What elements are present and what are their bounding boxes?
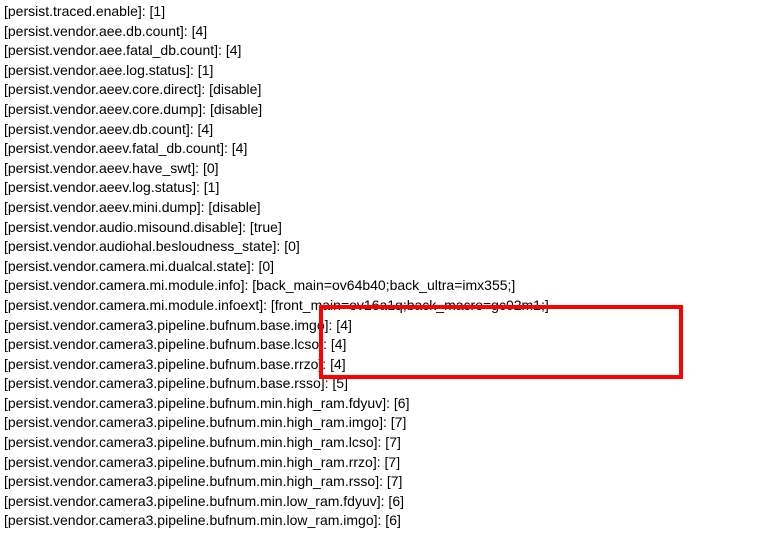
property-value: 0 <box>262 258 270 274</box>
property-line: [persist.vendor.camera.mi.dualcal.state]… <box>4 257 768 277</box>
property-line: [persist.vendor.camera3.pipeline.bufnum.… <box>4 472 768 492</box>
property-line: [persist.vendor.camera3.pipeline.bufnum.… <box>4 492 768 512</box>
property-line: [persist.vendor.camera3.pipeline.bufnum.… <box>4 453 768 473</box>
property-line: [persist.vendor.aeev.core.direct]: [disa… <box>4 80 768 100</box>
property-value: 4 <box>340 317 348 333</box>
property-value: 7 <box>388 454 396 470</box>
property-line: [persist.vendor.camera3.pipeline.bufnum.… <box>4 511 768 531</box>
property-key: persist.vendor.audio.misound.disable <box>8 219 238 235</box>
property-key: persist.vendor.aeev.mini.dump <box>8 199 197 215</box>
property-key: persist.vendor.camera3.pipeline.bufnum.b… <box>8 375 321 391</box>
property-key: persist.vendor.camera.mi.module.infoext <box>8 297 259 313</box>
property-value: 1 <box>153 3 161 19</box>
property-list: [persist.traced.enable]: [1][persist.ven… <box>4 2 768 531</box>
property-value: 4 <box>335 336 343 352</box>
property-line: [persist.vendor.camera.mi.module.infoext… <box>4 296 768 316</box>
property-value: 0 <box>207 160 215 176</box>
property-line: [persist.vendor.camera3.pipeline.bufnum.… <box>4 374 768 394</box>
property-value: 4 <box>195 23 203 39</box>
property-value: 6 <box>392 493 400 509</box>
property-line: [persist.traced.enable]: [1] <box>4 2 768 22</box>
property-key: persist.vendor.aee.db.count <box>8 23 180 39</box>
property-line: [persist.vendor.aeev.log.status]: [1] <box>4 178 768 198</box>
property-line: [persist.vendor.camera.mi.module.info]: … <box>4 276 768 296</box>
property-line: [persist.vendor.aeev.db.count]: [4] <box>4 120 768 140</box>
property-key: persist.vendor.aee.log.status <box>8 62 186 78</box>
property-key: persist.vendor.camera3.pipeline.bufnum.b… <box>8 336 319 352</box>
property-key: persist.vendor.camera3.pipeline.bufnum.m… <box>8 434 374 450</box>
property-line: [persist.vendor.aeev.mini.dump]: [disabl… <box>4 198 768 218</box>
property-key: persist.vendor.camera3.pipeline.bufnum.b… <box>8 356 319 372</box>
property-key: persist.vendor.camera3.pipeline.bufnum.m… <box>8 395 382 411</box>
property-value: back_main=ov64b40;back_ultra=imx355; <box>256 277 511 293</box>
property-key: persist.vendor.camera3.pipeline.bufnum.m… <box>8 512 374 528</box>
property-key: persist.vendor.camera3.pipeline.bufnum.m… <box>8 493 377 509</box>
property-key: persist.vendor.aeev.core.direct <box>8 81 198 97</box>
property-line: [persist.vendor.aeev.core.dump]: [disabl… <box>4 100 768 120</box>
property-key: persist.vendor.camera3.pipeline.bufnum.b… <box>8 317 325 333</box>
property-key: persist.vendor.aeev.log.status <box>8 179 192 195</box>
property-value: 0 <box>288 238 296 254</box>
property-value: disable <box>214 101 258 117</box>
property-key: persist.vendor.camera3.pipeline.bufnum.m… <box>8 454 373 470</box>
property-line: [persist.vendor.aee.log.status]: [1] <box>4 61 768 81</box>
property-line: [persist.vendor.camera3.pipeline.bufnum.… <box>4 394 768 414</box>
property-key: persist.vendor.aeev.core.dump <box>8 101 198 117</box>
property-key: persist.vendor.camera.mi.module.info <box>8 277 241 293</box>
property-value: 7 <box>391 473 399 489</box>
property-line: [persist.vendor.camera3.pipeline.bufnum.… <box>4 413 768 433</box>
property-key: persist.vendor.aee.fatal_db.count <box>8 42 214 58</box>
property-value: 4 <box>236 140 244 156</box>
property-line: [persist.vendor.audio.misound.disable]: … <box>4 218 768 238</box>
property-line: [persist.vendor.camera3.pipeline.bufnum.… <box>4 433 768 453</box>
property-line: [persist.vendor.audiohal.besloudness_sta… <box>4 237 768 257</box>
property-line: [persist.vendor.camera3.pipeline.bufnum.… <box>4 355 768 375</box>
property-key: persist.vendor.aeev.fatal_db.count <box>8 140 220 156</box>
property-key: persist.vendor.camera.mi.dualcal.state <box>8 258 247 274</box>
property-value: 6 <box>398 395 406 411</box>
property-key: persist.vendor.camera3.pipeline.bufnum.m… <box>8 414 379 430</box>
property-value: 7 <box>395 414 403 430</box>
property-key: persist.vendor.camera3.pipeline.bufnum.m… <box>8 473 375 489</box>
property-key: persist.vendor.audiohal.besloudness_stat… <box>8 238 273 254</box>
property-line: [persist.vendor.aee.db.count]: [4] <box>4 22 768 42</box>
property-key: persist.vendor.aeev.db.count <box>8 121 186 137</box>
property-line: [persist.vendor.camera3.pipeline.bufnum.… <box>4 335 768 355</box>
property-line: [persist.vendor.aee.fatal_db.count]: [4] <box>4 41 768 61</box>
property-value: 1 <box>208 179 216 195</box>
property-value: disable <box>212 199 256 215</box>
property-value: true <box>254 219 278 235</box>
property-value: 5 <box>336 375 344 391</box>
property-key: persist.traced.enable <box>8 3 138 19</box>
property-value: 4 <box>334 356 342 372</box>
property-key: persist.vendor.aeev.have_swt <box>8 160 191 176</box>
property-value: disable <box>213 81 257 97</box>
property-value: 4 <box>201 121 209 137</box>
property-value: 4 <box>230 42 238 58</box>
property-value: 1 <box>202 62 210 78</box>
property-value: 6 <box>389 512 397 528</box>
property-line: [persist.vendor.aeev.fatal_db.count]: [4… <box>4 139 768 159</box>
property-line: [persist.vendor.aeev.have_swt]: [0] <box>4 159 768 179</box>
property-line: [persist.vendor.camera3.pipeline.bufnum.… <box>4 316 768 336</box>
property-value: 7 <box>389 434 397 450</box>
property-value: front_main=ov16a1q;back_macro=gc02m1; <box>275 297 545 313</box>
